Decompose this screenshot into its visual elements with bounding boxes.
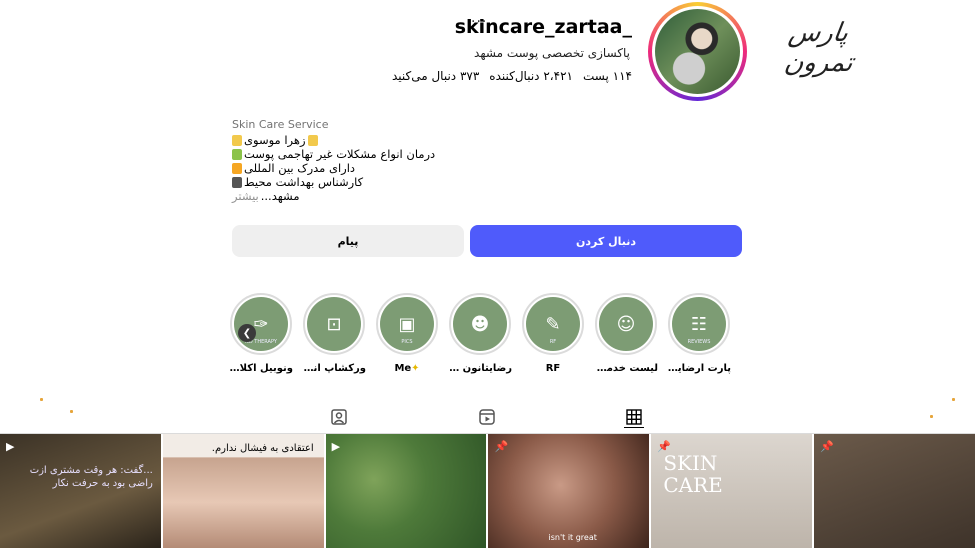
face-mask-icon: ☺ (599, 297, 653, 351)
reels-icon[interactable] (477, 407, 497, 427)
presentation-board-icon: ⊡ (307, 297, 361, 351)
decor-sparkle (930, 415, 933, 418)
profile-category: Skin Care Service (232, 118, 329, 131)
posts-grid: ▶ ...گفت: هر وقت مشتری ازت راضی بود به ح… (0, 434, 975, 548)
brand-logo: پارس تمرون (782, 18, 855, 78)
bio-line: درمان انواع مشکلات غیر تهاجمی پوست (232, 147, 492, 161)
bio-more-link[interactable]: بیشتر (232, 189, 259, 203)
highlight-label: ورکشاپ آناپارلا (302, 363, 366, 374)
bio-line: کارشناس بهداشت محیط (232, 175, 492, 189)
highlight-item[interactable]: ☺ لیست خدمات (594, 293, 658, 374)
bio-location: مشهد... (260, 189, 300, 203)
sparkle-icon (232, 134, 242, 146)
photos-icon: ▣ PICS (380, 297, 434, 351)
highlight-item[interactable]: ▣ PICS ✦Me (375, 293, 439, 374)
followers-count[interactable]: ۲،۴۲۱ دنبال‌کننده (489, 69, 573, 83)
posts-count: ۱۱۴ پست (583, 69, 632, 83)
highlight-label: RF (545, 363, 561, 374)
bio-text: کارشناس بهداشت محیط (244, 175, 364, 189)
post-thumbnail[interactable]: ▶ ...گفت: هر وقت مشتری ازت راضی بود به ح… (0, 434, 161, 548)
highlight-label: ونوبیل اکلادو (229, 363, 293, 374)
reviews-bubble-icon: ☷ REVIEWS (672, 297, 726, 351)
post-thumbnail[interactable]: ▶ (325, 434, 487, 548)
tagged-user-icon[interactable] (329, 407, 349, 427)
sparkle-icon (307, 134, 318, 146)
reel-icon: ▶ (331, 440, 341, 453)
follow-button[interactable]: دنبال کردن (470, 225, 742, 257)
rf-device-icon: ✎ RF (526, 297, 580, 351)
highlight-item[interactable]: ✎ RF RF (521, 293, 585, 374)
highlight-label: لیست خدمات (594, 363, 658, 374)
highlight-item[interactable]: ☻ رضایتانون ا... (448, 293, 512, 374)
decor-sparkle (40, 398, 43, 401)
pin-icon: 📌 (820, 440, 834, 453)
post-caption: اعتقادی به فیشال ندارم. (211, 443, 314, 454)
profile-stats: ۱۱۴ پست ۲،۴۲۱ دنبال‌کننده ۳۷۳ دنبال می‌ک… (392, 69, 632, 83)
highlight-label: پارت آرضایتانو... (667, 363, 731, 374)
post-thumbnail[interactable]: 📌 isn't it great (488, 434, 650, 548)
bio-text: زهرا موسوی (244, 133, 306, 147)
highlight-label: رضایتانون ا... (448, 363, 512, 374)
bio-line: زهرا موسوی (232, 133, 492, 147)
profile-avatar[interactable] (648, 2, 747, 101)
reel-icon: ▶ (6, 440, 15, 453)
bio-text: درمان انواع مشکلات غیر تهاجمی پوست (244, 147, 436, 161)
more-dots-icon[interactable]: ··· (471, 14, 487, 30)
post-caption: SKIN CARE (663, 451, 723, 497)
highlight-label: ✦Me (394, 363, 420, 374)
post-thumbnail[interactable]: 📌 SKIN CARE (651, 434, 813, 548)
post-caption: ...گفت: هر وقت مشتری ازت راضی بود به حرف… (29, 465, 153, 489)
post-thumbnail[interactable]: 📌 (814, 434, 975, 548)
profile-subtitle: پاکسازی تخصصی پوست مشهد (474, 46, 630, 60)
profile-bio: زهرا موسوی درمان انواع مشکلات غیر تهاجمی… (232, 133, 492, 203)
plant-icon (232, 148, 242, 160)
certificate-icon (232, 162, 242, 174)
decor-sparkle (952, 398, 955, 401)
post-caption: isn't it great (548, 533, 597, 542)
post-thumbnail[interactable]: اعتقادی به فیشال ندارم. (162, 434, 324, 548)
bio-line: مشهد... بیشتر (232, 189, 492, 203)
highlights-prev-button[interactable]: ❮ (238, 324, 256, 342)
message-button[interactable]: پیام (232, 225, 464, 257)
following-count[interactable]: ۳۷۳ دنبال می‌کنید (392, 69, 479, 83)
bio-line: دارای مدرک بین المللی (232, 161, 492, 175)
highlight-item[interactable]: ⊡ ورکشاپ آناپارلا (302, 293, 366, 374)
avatar-photo (655, 9, 740, 94)
bio-text: دارای مدرک بین المللی (244, 161, 356, 175)
grid-icon[interactable] (624, 407, 644, 428)
hourglass-icon (232, 176, 242, 188)
highlight-item[interactable]: ☷REVIEWS پارت آرضایتانو... (667, 293, 731, 374)
face-profile-icon: ☻ (453, 297, 507, 351)
pin-icon: 📌 (494, 440, 509, 453)
decor-sparkle (70, 410, 73, 413)
